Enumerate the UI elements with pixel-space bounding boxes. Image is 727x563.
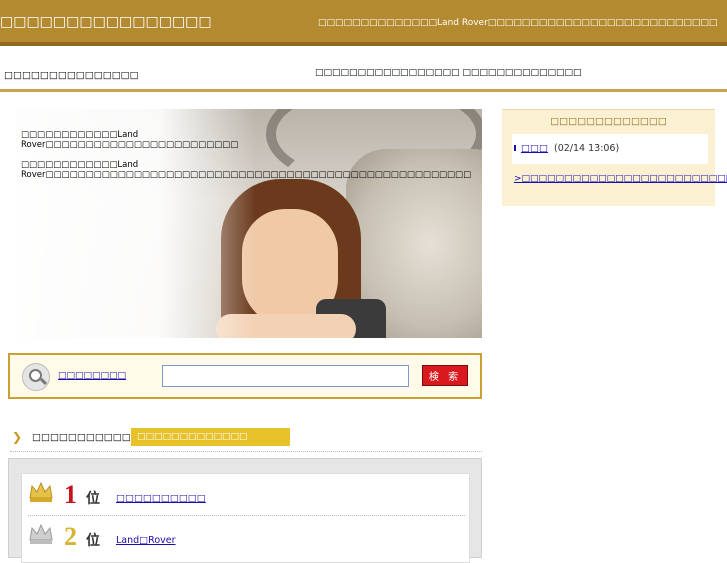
sidebar-title: □□□□□□□□□□□□□	[550, 116, 667, 127]
sidebar-more-link[interactable]: >□□□□□□□□□□□□□□□□□□□□□□□□□	[514, 174, 727, 184]
ranking-tab[interactable]: □□□□□□□□□□□□□	[131, 428, 290, 446]
rank-link[interactable]: Land□Rover	[116, 535, 176, 546]
rank-number: 1	[64, 480, 77, 509]
rank-link[interactable]: □□□□□□□□□□	[116, 493, 206, 504]
crown-icon	[29, 481, 53, 502]
hero-banner: □□□□□□□□□□□□Land Rover□□□□□□□□□□□□□□□□□□…	[16, 109, 482, 338]
sidebar-entry: □□□ (02/14 13:06)	[512, 134, 708, 164]
sidebar-panel: □□□□□□□□□□□□□ □□□ (02/14 13:06) >□□□□□□□…	[502, 109, 727, 206]
sidebar-entry-time: (02/14 13:06)	[554, 143, 620, 154]
site-header: □□□□□□□□□□□□□□□□ □□□□□□□□□□□□□□Land Rove…	[0, 0, 727, 46]
rank-suffix: 位	[86, 533, 100, 549]
list-item: 1 位 □□□□□□□□□□	[28, 478, 465, 516]
search-panel: □□□□□□□□ 検 索	[8, 353, 482, 399]
sub-header: □□□□□□□□□□□□□□□ □□□□□□□□□□□□□□□□□ □□□□□□…	[0, 50, 727, 92]
hero-paragraph-1: □□□□□□□□□□□□Land Rover□□□□□□□□□□□□□□□□□□…	[21, 130, 239, 150]
sub-header-right-text: □□□□□□□□□□□□□□□□□ □□□□□□□□□□□□□□	[315, 68, 582, 78]
search-button[interactable]: 検 索	[422, 365, 468, 386]
bullet-icon	[514, 145, 516, 151]
ranking-header: ❯ □□□□□□□□□□□□□ □□□□□□□□□□□□□	[10, 428, 482, 452]
sidebar-entry-link[interactable]: □□□	[521, 143, 548, 154]
search-label-link[interactable]: □□□□□□□□	[58, 371, 126, 381]
site-title[interactable]: □□□□□□□□□□□□□□□□	[0, 14, 212, 30]
list-item: 2 位 Land□Rover	[28, 520, 465, 558]
sub-header-left-text: □□□□□□□□□□□□□□□	[4, 70, 139, 81]
header-tagline: □□□□□□□□□□□□□□Land Rover□□□□□□□□□□□□□□□□…	[318, 18, 718, 28]
hero-text: □□□□□□□□□□□□Land Rover□□□□□□□□□□□□□□□□□□…	[21, 130, 471, 190]
chevron-right-icon: ❯	[12, 430, 23, 444]
search-input[interactable]	[162, 365, 409, 387]
ranking-panel: 1 位 □□□□□□□□□□ 2 位 Land□Rover	[8, 458, 482, 563]
ranking-list: 1 位 □□□□□□□□□□ 2 位 Land□Rover	[21, 473, 470, 563]
rank-number: 2	[64, 522, 77, 551]
search-icon	[22, 363, 50, 391]
rank-suffix: 位	[86, 491, 100, 507]
hero-paragraph-2: □□□□□□□□□□□□Land Rover□□□□□□□□□□□□□□□□□□…	[21, 160, 471, 180]
crown-icon	[29, 523, 53, 544]
